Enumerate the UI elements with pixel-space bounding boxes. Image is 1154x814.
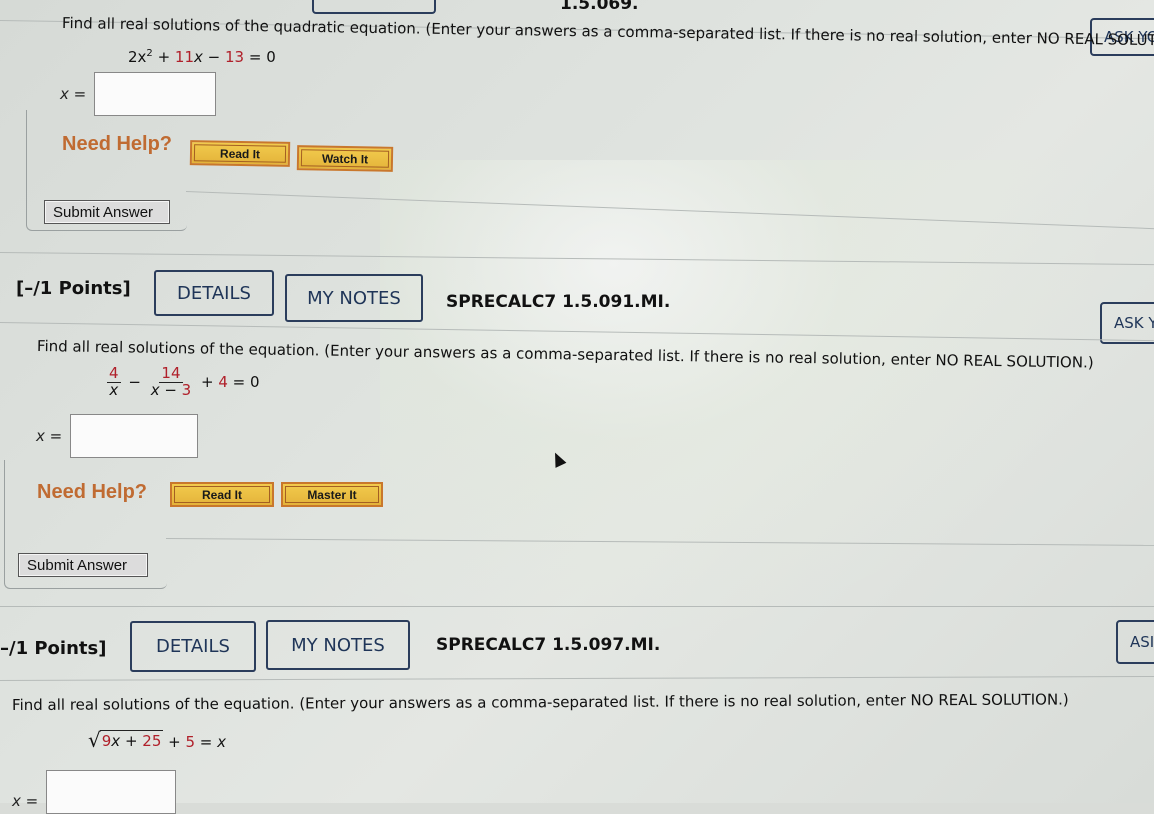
square-root: √ 9x + 25 bbox=[88, 728, 164, 752]
divider bbox=[185, 191, 1154, 230]
section-divider bbox=[0, 252, 1154, 266]
answer-label: x = bbox=[36, 427, 63, 445]
question-prompt: Find all real solutions of the equation.… bbox=[11, 690, 1069, 714]
watch-it-button[interactable]: Watch It bbox=[296, 145, 394, 172]
question-code: SPRECALC7 1.5.097.MI. bbox=[436, 635, 661, 655]
ask-your-teacher-button[interactable]: ASK Y bbox=[1100, 302, 1154, 344]
webassign-page: 1.5.069. ASK YO Find all real solutions … bbox=[0, 0, 1154, 814]
previous-question-code: 1.5.069. bbox=[560, 0, 639, 14]
fraction-4-over-x: 4 x bbox=[107, 364, 121, 399]
equation: 4 x − 14 x − 3 + 4 = 0 bbox=[107, 364, 260, 399]
mouse-cursor-icon bbox=[549, 450, 567, 468]
my-notes-button[interactable]: MY NOTES bbox=[285, 274, 423, 322]
ask-your-teacher-button[interactable]: ASI bbox=[1116, 620, 1154, 664]
answer-input[interactable] bbox=[70, 414, 199, 458]
details-button[interactable]: DETAILS bbox=[154, 270, 274, 316]
question-code: SPRECALC7 1.5.091.MI. bbox=[446, 292, 671, 312]
my-notes-button[interactable]: MY NOTES bbox=[266, 620, 410, 670]
question-prompt: Find all real solutions of the quadratic… bbox=[61, 14, 1154, 50]
answer-input[interactable] bbox=[46, 770, 177, 814]
submit-answer-button[interactable]: Submit Answer bbox=[44, 200, 170, 224]
details-button[interactable]: DETAILS bbox=[130, 621, 256, 672]
read-it-button[interactable]: Read It bbox=[170, 482, 274, 507]
divider bbox=[165, 538, 1154, 546]
points-label: [–/1 Points] bbox=[16, 278, 131, 299]
answer-label: x = bbox=[12, 792, 39, 810]
read-it-button[interactable]: Read It bbox=[189, 140, 291, 167]
submit-answer-button[interactable]: Submit Answer bbox=[18, 553, 148, 577]
screen-glare bbox=[380, 160, 1154, 680]
ask-label: ASI bbox=[1130, 633, 1154, 651]
points-label: –/1 Points] bbox=[0, 638, 107, 659]
answer-label: x = bbox=[60, 85, 87, 103]
previous-notes-button-edge[interactable] bbox=[312, 0, 436, 14]
master-it-button[interactable]: Master It bbox=[281, 482, 383, 507]
equation: 2x2 + 11x − 13 = 0 bbox=[128, 48, 276, 66]
equation: √ 9x + 25 + 5 = x bbox=[88, 728, 227, 752]
section-divider bbox=[0, 606, 1154, 607]
answer-row: x = bbox=[36, 414, 199, 458]
ask-label: ASK Y bbox=[1114, 314, 1154, 332]
divider bbox=[0, 675, 1154, 681]
fraction-14-over-x-minus-3: 14 x − 3 bbox=[150, 364, 192, 399]
answer-row: x = bbox=[12, 770, 177, 814]
